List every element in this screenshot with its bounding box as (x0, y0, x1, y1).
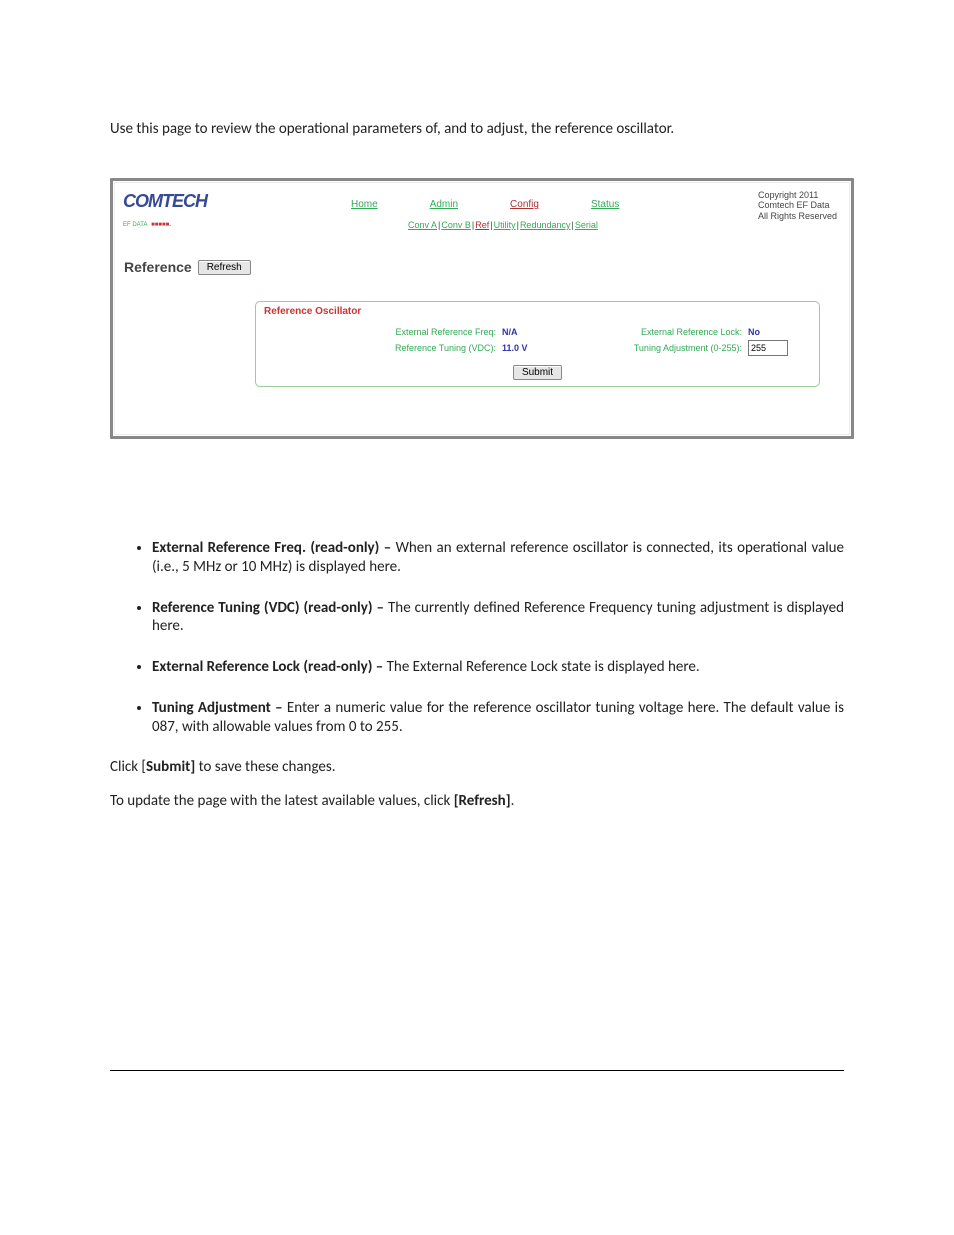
copyright-block: Copyright 2011 Comtech EF Data All Right… (758, 190, 837, 221)
nav-admin[interactable]: Admin (404, 196, 484, 213)
copyright-line2: Comtech EF Data (758, 200, 830, 210)
panel-title: Reference Oscillator (264, 306, 361, 317)
primary-nav: HomeAdminConfigStatus (325, 196, 645, 213)
subnav-ref[interactable]: Ref (475, 220, 489, 230)
footer-rule (110, 1070, 844, 1071)
subnav-separator: | (571, 220, 573, 230)
logo-red-mark: ■■■■■. (151, 222, 171, 228)
brand-logo: COMTECH EF DATA ■■■■■. (123, 191, 253, 219)
bullet-bold: External Reference Lock (read-only) – (152, 658, 387, 676)
screenshot-inner: COMTECH EF DATA ■■■■■. HomeAdminConfigSt… (114, 182, 850, 435)
ref-tuning-value: 11.0 V (502, 343, 552, 353)
ext-ref-freq-value: N/A (502, 327, 552, 337)
list-item: External Reference Lock (read-only) – Th… (152, 658, 844, 677)
submit-button[interactable]: Submit (513, 365, 562, 380)
subnav-conv-a[interactable]: Conv A (408, 220, 437, 230)
subnav-redundancy[interactable]: Redundancy (520, 220, 571, 230)
subnav-separator: | (490, 220, 492, 230)
logo-text: COMTECH (123, 191, 207, 211)
copyright-line3: All Rights Reserved (758, 211, 837, 221)
nav-config[interactable]: Config (484, 196, 565, 213)
subnav-separator: | (472, 220, 474, 230)
ext-ref-freq-label: External Reference Freq: (366, 327, 502, 337)
bullet-text: The External Reference Lock state is dis… (387, 658, 700, 676)
bullet-bold: External Reference Freq. (read-only) – (152, 539, 396, 557)
copyright-line1: Copyright 2011 (758, 190, 818, 200)
reference-oscillator-panel: Reference Oscillator External Reference … (255, 301, 820, 387)
bullet-bold: Reference Tuning (VDC) (read-only) – (152, 599, 388, 617)
subnav-separator: | (517, 220, 519, 230)
logo-subtext: EF DATA (123, 222, 147, 228)
header-bar: COMTECH EF DATA ■■■■■. HomeAdminConfigSt… (115, 183, 849, 245)
list-item: Reference Tuning (VDC) (read-only) – The… (152, 599, 844, 637)
ext-ref-lock-label: External Reference Lock: (592, 327, 748, 337)
submit-paragraph: Click [Submit] to save these changes. (110, 758, 844, 776)
ref-tuning-label: Reference Tuning (VDC): (366, 343, 502, 353)
description-list: External Reference Freq. (read-only) – W… (110, 539, 844, 736)
nav-status[interactable]: Status (565, 196, 645, 213)
ext-ref-lock-value: No (748, 327, 788, 337)
secondary-nav: Conv A|Conv B|Ref|Utility|Redundancy|Ser… (407, 220, 599, 230)
screenshot-frame: COMTECH EF DATA ■■■■■. HomeAdminConfigSt… (110, 178, 854, 439)
subnav-serial[interactable]: Serial (575, 220, 598, 230)
page-title: Reference (124, 259, 192, 275)
bullet-bold: Tuning Adjustment – (152, 699, 287, 717)
page-header-row: Reference Refresh (124, 259, 251, 275)
list-item: Tuning Adjustment – Enter a numeric valu… (152, 699, 844, 737)
refresh-button[interactable]: Refresh (198, 260, 251, 275)
tuning-adj-label: Tuning Adjustment (0-255): (592, 343, 748, 353)
tuning-adj-input[interactable] (748, 340, 788, 356)
refresh-paragraph: To update the page with the latest avail… (110, 792, 844, 810)
intro-text: Use this page to review the operational … (110, 120, 844, 138)
list-item: External Reference Freq. (read-only) – W… (152, 539, 844, 577)
subnav-conv-b[interactable]: Conv B (441, 220, 471, 230)
nav-home[interactable]: Home (325, 196, 404, 213)
subnav-utility[interactable]: Utility (494, 220, 516, 230)
